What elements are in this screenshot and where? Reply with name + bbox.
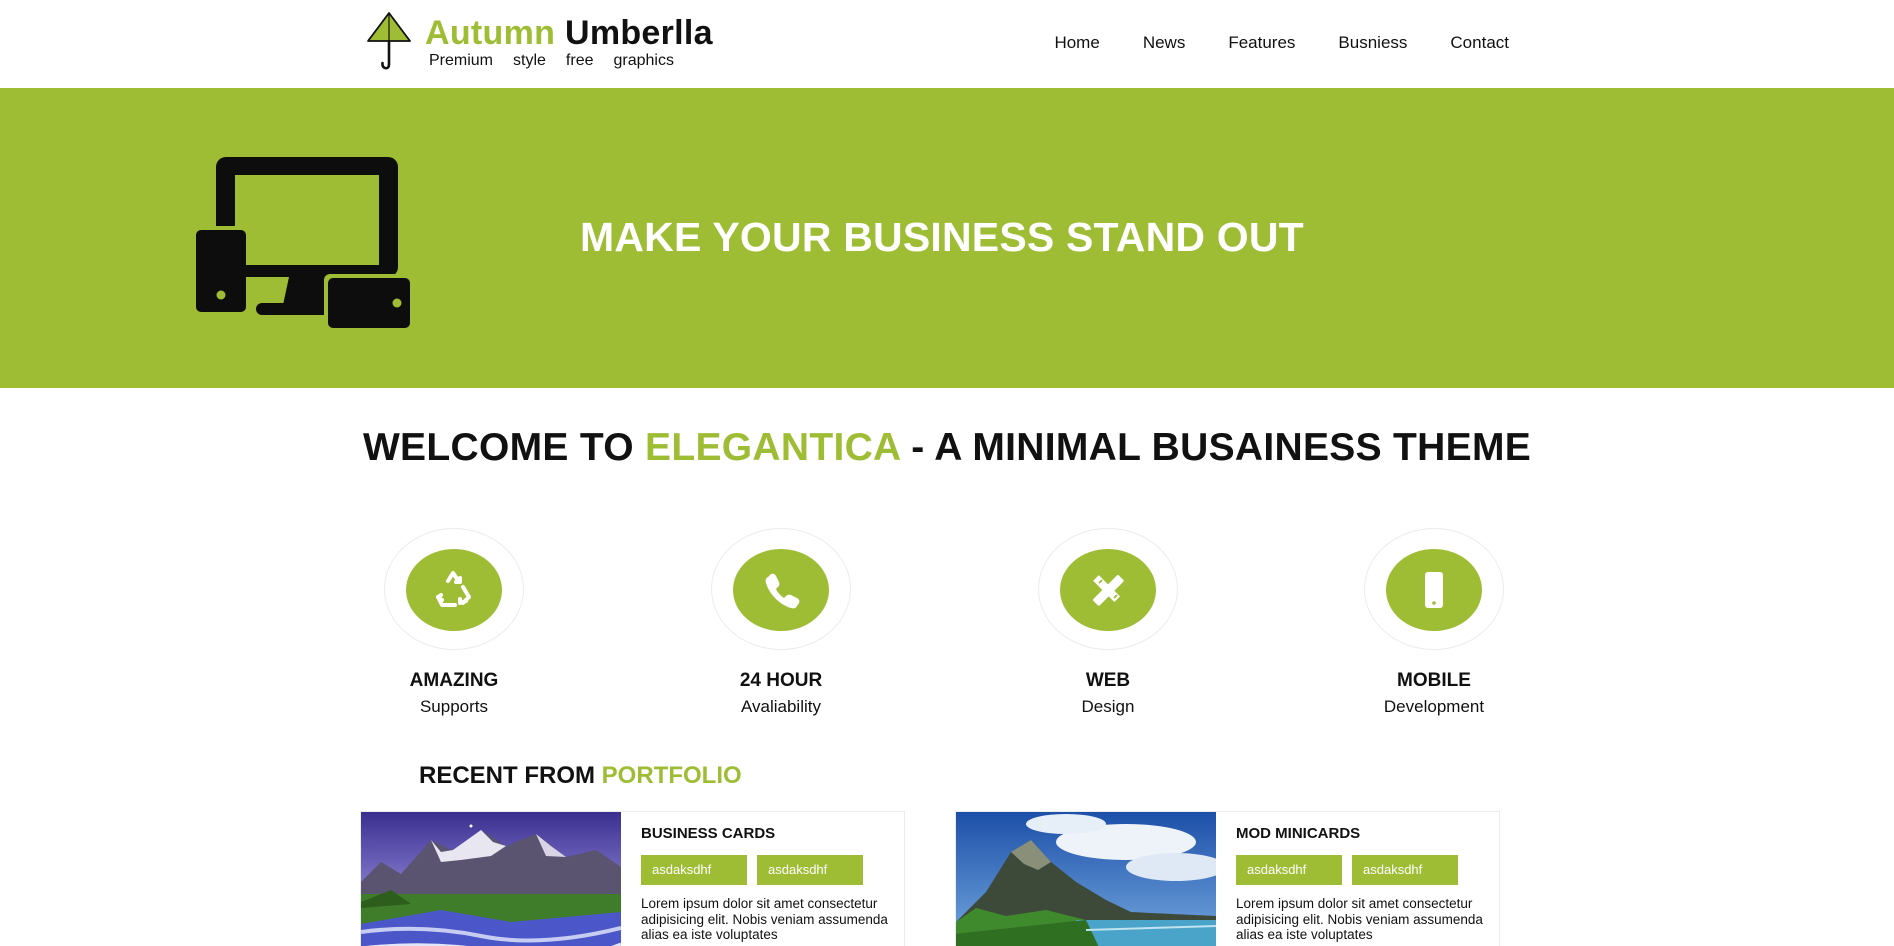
welcome-prefix: WELCOME TO: [362, 426, 646, 469]
tag-button[interactable]: asdaksdhf: [1236, 855, 1342, 885]
portfolio-card: MOD MINICARDS asdaksdhf asdaksdhf Lorem …: [955, 811, 1500, 946]
portfolio-heading-accent: PORTFOLIO: [601, 762, 742, 789]
mobile-icon: [1425, 572, 1443, 608]
brand-name-accent: Autumn: [425, 14, 556, 52]
welcome-suffix: - A MINIMAL BUSAINESS THEME: [900, 426, 1532, 469]
tagline-word: free: [565, 52, 594, 69]
tagline-word: Premium: [429, 52, 494, 69]
portfolio-heading-prefix: RECENT FROM: [419, 762, 602, 789]
umbrella-icon: [367, 12, 411, 70]
portfolio-card: BUSINESS CARDS asdaksdhf asdaksdhf Lorem…: [360, 811, 905, 946]
card-description: Lorem ipsum dolor sit amet consectetur a…: [641, 896, 888, 942]
card-tags: asdaksdhf asdaksdhf: [1236, 855, 1458, 885]
feature-subtitle: Development: [1383, 697, 1485, 716]
portfolio-heading: RECENT FROM PORTFOLIO: [419, 762, 742, 790]
feature-title: WEB: [1085, 670, 1131, 691]
feature-subtitle: Design: [1081, 697, 1135, 716]
feature-circle[interactable]: [1364, 528, 1504, 650]
brand-name: Autumn Umberlla: [425, 14, 713, 53]
site-header: Autumn Umberlla Premium style free graph…: [0, 0, 1894, 88]
tag-button[interactable]: asdaksdhf: [1352, 855, 1458, 885]
feature-title: MOBILE: [1397, 670, 1471, 691]
welcome-heading: WELCOME TO ELEGANTICA - A MINIMAL BUSAIN…: [0, 426, 1894, 470]
mountain-lake-photo[interactable]: [956, 812, 1216, 946]
nav-news[interactable]: News: [1143, 33, 1186, 53]
brand-tagline: Premium style free graphics: [429, 52, 674, 70]
feature-circle[interactable]: [1038, 528, 1178, 650]
feature-disc: [1060, 549, 1156, 631]
card-description: Lorem ipsum dolor sit amet consectetur a…: [1236, 896, 1483, 942]
nav-business[interactable]: Busniess: [1338, 33, 1407, 53]
responsive-devices-icon: [194, 157, 410, 329]
brand-name-dark: Umberlla: [564, 14, 713, 52]
hero-title: MAKE YOUR BUSINESS STAND OUT: [580, 214, 1304, 260]
phone-icon: [765, 573, 800, 609]
feature-circle[interactable]: [711, 528, 851, 650]
mountain-river-photo[interactable]: [361, 812, 621, 946]
feature-disc: [406, 549, 502, 631]
tagline-word: graphics: [613, 52, 674, 69]
nav-home[interactable]: Home: [1054, 33, 1099, 53]
nav-features[interactable]: Features: [1228, 33, 1295, 53]
pencil-ruler-icon: [1093, 575, 1124, 606]
card-title: MOD MINICARDS: [1236, 825, 1361, 842]
welcome-accent: ELEGANTICA: [645, 426, 901, 469]
nav-contact[interactable]: Contact: [1450, 33, 1509, 53]
hero-banner: MAKE YOUR BUSINESS STAND OUT: [0, 88, 1894, 388]
feature-circle[interactable]: [384, 528, 524, 650]
feature-title: AMAZING: [409, 670, 499, 691]
tagline-word: style: [513, 52, 546, 69]
card-tags: asdaksdhf asdaksdhf: [641, 855, 863, 885]
feature-subtitle: Supports: [419, 697, 489, 716]
brand-logo[interactable]: Autumn Umberlla Premium style free graph…: [366, 12, 713, 72]
feature-subtitle: Avaliability: [740, 697, 821, 716]
recycle-icon: [436, 571, 471, 607]
main-nav: Home News Features Busniess Contact: [1011, 33, 1509, 53]
feature-title: 24 HOUR: [739, 670, 823, 691]
card-title: BUSINESS CARDS: [641, 825, 776, 842]
tag-button[interactable]: asdaksdhf: [757, 855, 863, 885]
tag-button[interactable]: asdaksdhf: [641, 855, 747, 885]
feature-disc: [1386, 549, 1482, 631]
feature-disc: [733, 549, 829, 631]
